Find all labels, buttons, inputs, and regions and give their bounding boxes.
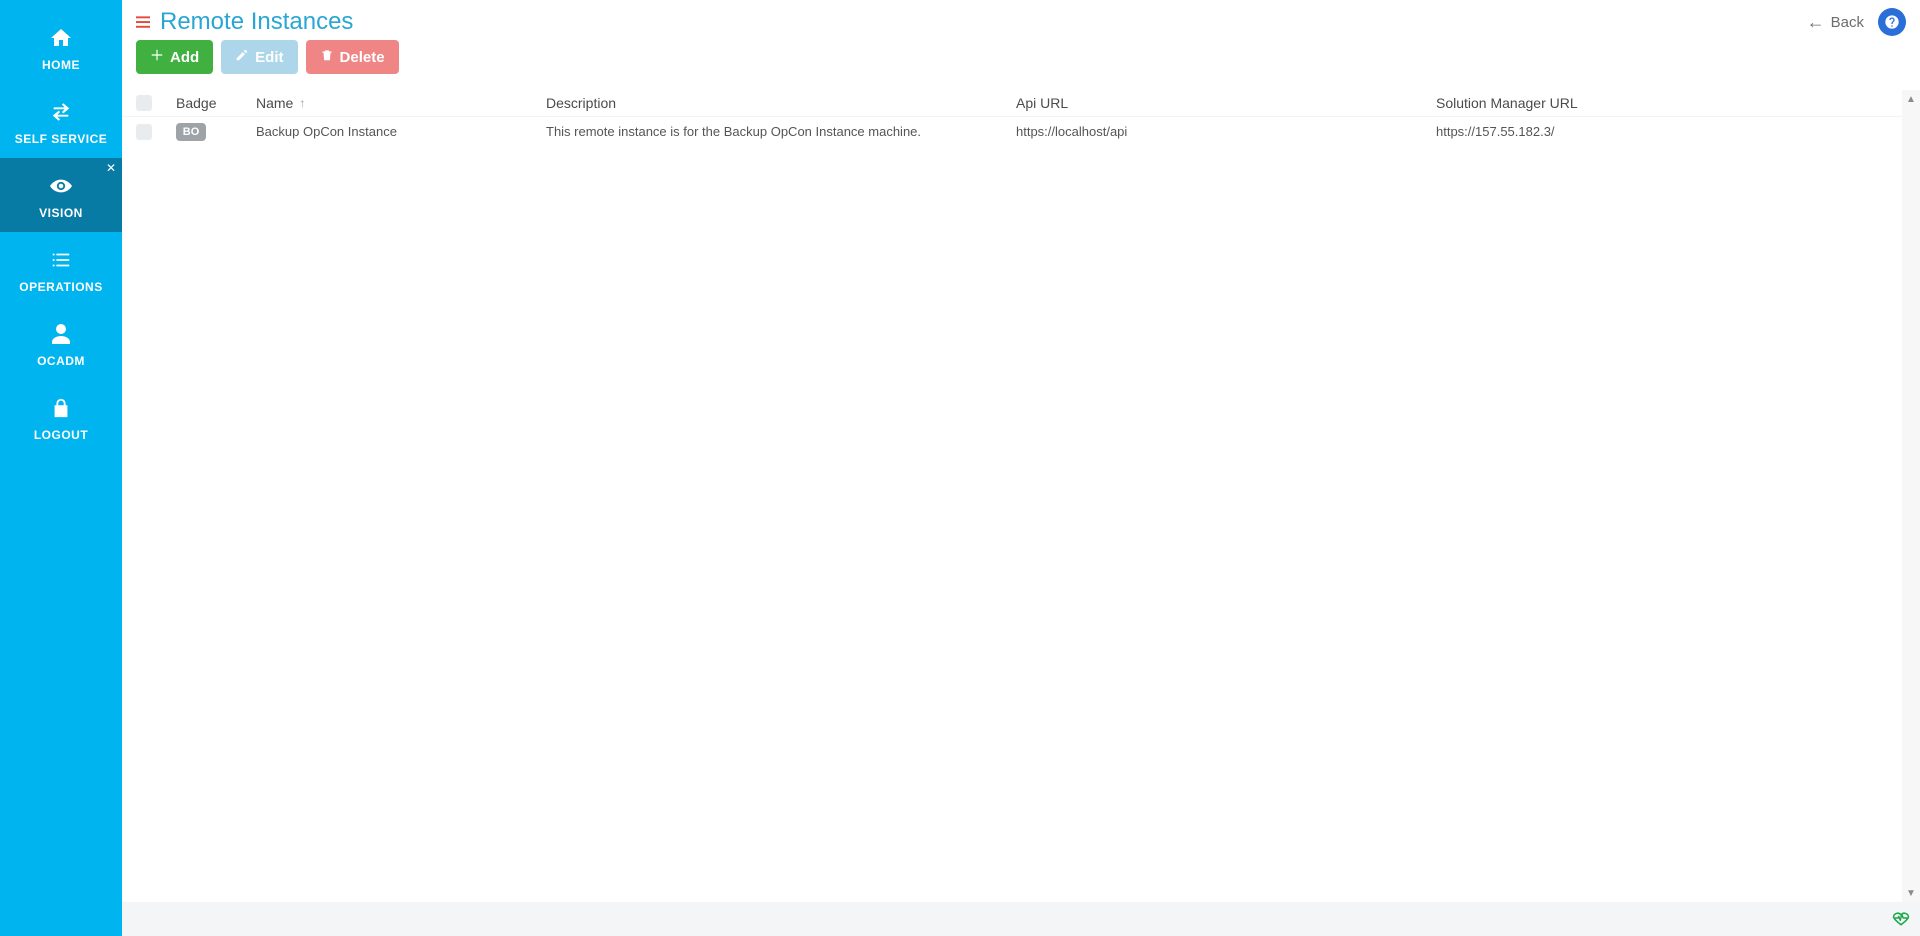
list-icon xyxy=(47,246,75,274)
hamburger-icon[interactable] xyxy=(136,16,150,29)
table: Badge Name ↑ Description Api URL Solutio… xyxy=(122,90,1920,902)
sidebar-item-operations[interactable]: OPERATIONS xyxy=(0,232,122,306)
page-header: Remote Instances ← Back xyxy=(122,0,1920,40)
exchange-icon xyxy=(47,98,75,126)
toolbar: Add Edit Delete xyxy=(122,40,1920,84)
cell-sm-url: https://157.55.182.3/ xyxy=(1436,124,1906,139)
main-content: Remote Instances ← Back Add Edit xyxy=(122,0,1920,936)
sidebar-item-ocadm[interactable]: OCADM xyxy=(0,306,122,380)
header-left: Remote Instances xyxy=(136,8,353,36)
add-button[interactable]: Add xyxy=(136,40,213,74)
edit-button[interactable]: Edit xyxy=(221,40,297,74)
sort-asc-icon: ↑ xyxy=(299,96,305,110)
edit-label: Edit xyxy=(255,49,283,66)
lock-icon xyxy=(47,394,75,422)
heartbeat-icon[interactable] xyxy=(1892,909,1910,930)
sidebar-item-self-service[interactable]: SELF SERVICE xyxy=(0,84,122,158)
help-button[interactable] xyxy=(1878,8,1906,36)
header-right: ← Back xyxy=(1807,8,1906,36)
user-icon xyxy=(47,320,75,348)
column-badge[interactable]: Badge xyxy=(176,95,256,111)
arrow-left-icon: ← xyxy=(1807,13,1825,31)
row-checkbox[interactable] xyxy=(136,124,152,140)
sidebar-item-label: VISION xyxy=(39,206,83,220)
plus-icon xyxy=(150,48,164,66)
cell-name: Backup OpCon Instance xyxy=(256,124,546,139)
sidebar-item-vision[interactable]: ✕ VISION xyxy=(0,158,122,232)
table-body: BO Backup OpCon Instance This remote ins… xyxy=(122,116,1920,146)
cell-api-url: https://localhost/api xyxy=(1016,124,1436,139)
sidebar-item-logout[interactable]: LOGOUT xyxy=(0,380,122,454)
scroll-up-icon[interactable]: ▲ xyxy=(1902,90,1920,108)
scroll-down-icon[interactable]: ▼ xyxy=(1902,884,1920,902)
sidebar-item-label: LOGOUT xyxy=(34,428,88,442)
column-sm-url[interactable]: Solution Manager URL xyxy=(1436,95,1906,111)
delete-label: Delete xyxy=(340,49,385,66)
delete-button[interactable]: Delete xyxy=(306,40,399,74)
select-all-checkbox[interactable] xyxy=(136,95,152,111)
sidebar-item-label: OCADM xyxy=(37,354,85,368)
column-name-label: Name xyxy=(256,95,293,111)
trash-icon xyxy=(320,48,334,66)
table-header: Badge Name ↑ Description Api URL Solutio… xyxy=(122,90,1920,116)
page-title: Remote Instances xyxy=(160,8,353,36)
sidebar-item-home[interactable]: HOME xyxy=(0,10,122,84)
add-label: Add xyxy=(170,49,199,66)
cell-description: This remote instance is for the Backup O… xyxy=(546,124,1016,139)
pencil-icon xyxy=(235,48,249,66)
home-icon xyxy=(47,24,75,52)
vertical-scrollbar[interactable]: ▲ ▼ xyxy=(1902,90,1920,902)
table-row[interactable]: BO Backup OpCon Instance This remote ins… xyxy=(122,116,1920,146)
close-icon[interactable]: ✕ xyxy=(106,162,116,174)
sidebar-item-label: OPERATIONS xyxy=(19,280,102,294)
sidebar-item-label: SELF SERVICE xyxy=(15,132,107,146)
column-api-url[interactable]: Api URL xyxy=(1016,95,1436,111)
sidebar-item-label: HOME xyxy=(42,58,80,72)
instance-badge: BO xyxy=(176,123,206,141)
eye-icon xyxy=(47,172,75,200)
sidebar: HOME SELF SERVICE ✕ VISION OPERATIONS OC… xyxy=(0,0,122,936)
column-description[interactable]: Description xyxy=(546,95,1016,111)
back-label: Back xyxy=(1831,14,1864,31)
column-name[interactable]: Name ↑ xyxy=(256,95,546,111)
footer xyxy=(122,902,1920,936)
back-button[interactable]: ← Back xyxy=(1807,13,1864,31)
